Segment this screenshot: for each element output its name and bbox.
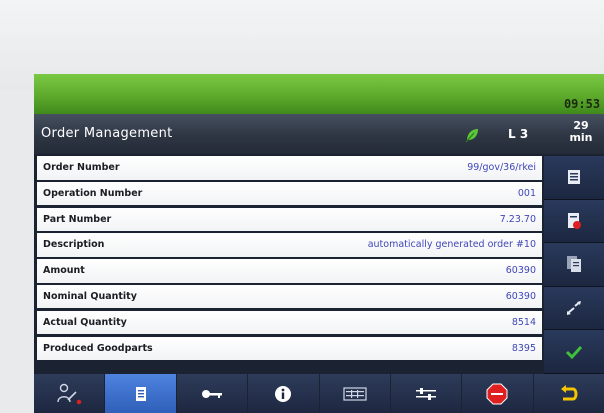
confirm-check-icon <box>565 344 583 360</box>
line-label: L 3 <box>508 127 529 141</box>
info-icon <box>274 385 292 403</box>
field-value: 60390 <box>505 290 536 302</box>
title-bar: Order Management L 3 29 min <box>34 114 604 154</box>
order-list-icon <box>567 169 581 185</box>
side-action-bar <box>544 156 604 374</box>
table-row: Description automatically generated orde… <box>37 233 542 257</box>
nav-settings[interactable] <box>390 374 462 413</box>
clock: 09:53 <box>563 97 601 111</box>
expand-button[interactable] <box>544 286 604 331</box>
page-title: Order Management <box>41 126 173 141</box>
user-tools-icon <box>54 382 84 406</box>
remaining-time: 29 min <box>558 120 604 144</box>
confirm-button[interactable] <box>544 330 604 374</box>
field-value: 8514 <box>511 316 536 328</box>
document-icon <box>135 386 147 402</box>
settings-sliders-icon <box>415 386 437 402</box>
key-icon <box>201 388 223 400</box>
table-row: Nominal Quantity 60390 <box>37 284 542 309</box>
field-label: Amount <box>43 265 85 277</box>
copy-documents-icon <box>566 255 582 273</box>
table-row: Operation Number 001 <box>37 181 542 206</box>
stop-icon <box>486 383 508 405</box>
hmi-screen: 09:53 Order Management L 3 29 min Order … <box>34 74 604 413</box>
table-row: Order Number 99/gov/36/rkei <box>37 156 542 180</box>
expand-arrows-icon <box>565 300 583 316</box>
panel-icon <box>343 386 367 402</box>
field-label: Nominal Quantity <box>43 290 137 302</box>
table-row: Actual Quantity 8514 <box>37 310 542 335</box>
nav-user-tools[interactable] <box>34 374 105 413</box>
nav-stop[interactable] <box>462 374 533 413</box>
nav-document[interactable] <box>105 374 176 413</box>
order-stop-button[interactable] <box>544 199 604 244</box>
table-row: Amount 60390 <box>37 259 542 283</box>
order-details-table: Order Number 99/gov/36/rkei Operation Nu… <box>37 156 542 362</box>
field-label: Description <box>43 239 105 251</box>
field-value: 60390 <box>505 265 536 277</box>
time-unit: min <box>569 131 593 144</box>
field-label: Operation Number <box>43 187 143 199</box>
bottom-nav <box>34 374 604 413</box>
table-row: Produced Goodparts 8395 <box>37 336 542 361</box>
field-value: 99/gov/36/rkei <box>467 162 536 173</box>
copy-documents-button[interactable] <box>544 243 604 287</box>
field-label: Part Number <box>43 213 112 225</box>
status-bar: 09:53 <box>34 74 604 114</box>
field-label: Produced Goodparts <box>43 342 153 354</box>
leaf-icon <box>464 127 480 143</box>
nav-back[interactable] <box>533 374 604 413</box>
field-value: 001 <box>517 187 536 199</box>
order-stop-icon <box>566 212 582 230</box>
field-value: 8395 <box>511 342 536 354</box>
order-list-button[interactable] <box>544 156 604 200</box>
field-label: Actual Quantity <box>43 316 127 328</box>
field-value: 7.23.70 <box>499 213 536 225</box>
nav-info[interactable] <box>248 374 319 413</box>
nav-panel[interactable] <box>319 374 390 413</box>
field-value: automatically generated order #10 <box>367 239 536 251</box>
field-label: Order Number <box>43 162 120 173</box>
nav-key[interactable] <box>176 374 248 413</box>
table-row: Part Number 7.23.70 <box>37 207 542 232</box>
back-arrow-icon <box>559 384 579 403</box>
